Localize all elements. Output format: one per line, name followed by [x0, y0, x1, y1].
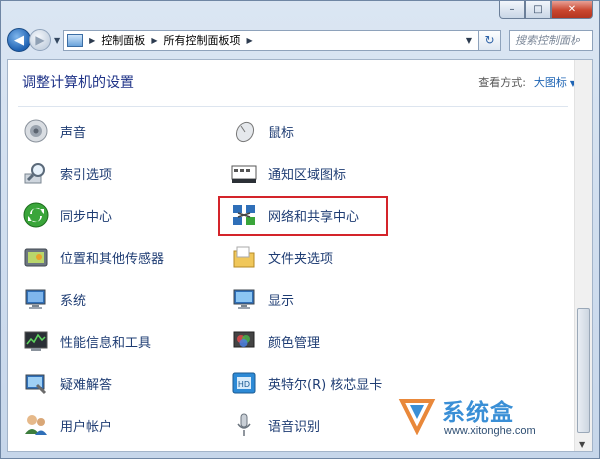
notification-area-icon: [230, 159, 258, 187]
item-label[interactable]: 用户帐户: [60, 416, 112, 435]
item-location-sensors[interactable]: 位置和其他传感器: [22, 242, 164, 272]
item-color-management[interactable]: 颜色管理: [230, 326, 320, 356]
control-panel-icon: [67, 33, 84, 47]
breadcrumb-control-panel[interactable]: 控制面板: [101, 32, 145, 48]
minimize-button[interactable]: –: [499, 1, 525, 19]
mouse-icon: [230, 117, 258, 145]
computer-system-icon: [22, 285, 50, 313]
divider: [18, 106, 568, 107]
item-label[interactable]: 索引选项: [60, 164, 112, 183]
item-label[interactable]: 疑难解答: [60, 374, 112, 393]
item-user-accounts[interactable]: 用户帐户: [22, 410, 112, 440]
highlight-box: [218, 196, 388, 236]
item-notification-area-icons[interactable]: 通知区域图标: [230, 158, 346, 188]
item-label[interactable]: 性能信息和工具: [60, 332, 151, 351]
item-system[interactable]: 系统: [22, 284, 86, 314]
breadcrumb-separator-icon[interactable]: ▶: [246, 36, 252, 45]
scrollbar-thumb[interactable]: [577, 308, 590, 433]
watermark: 系统盒 www.xitonghe.com: [398, 391, 578, 443]
item-sync-center[interactable]: 同步中心: [22, 200, 112, 230]
view-by-label: 查看方式:: [478, 76, 526, 89]
close-button[interactable]: ✕: [551, 1, 593, 19]
page-title: 调整计算机的设置: [22, 75, 134, 91]
color-management-icon: [230, 327, 258, 355]
forward-button[interactable]: ▶: [29, 29, 51, 51]
item-mouse[interactable]: 鼠标: [230, 116, 294, 146]
search-box[interactable]: ⌕: [509, 29, 593, 51]
content-pane: 调整计算机的设置 查看方式: 大图标 ▼ 声音 索引选项 同步中心 位置和其他传…: [7, 59, 593, 452]
address-bar[interactable]: ▶ 控制面板 ▶ 所有控制面板项 ▶ ▼: [63, 29, 479, 51]
search-input[interactable]: [515, 33, 575, 47]
watermark-brand: 系统盒: [442, 400, 514, 426]
watermark-url: www.xitonghe.com: [444, 425, 536, 437]
refresh-button[interactable]: ↻: [479, 29, 501, 51]
breadcrumb-all-items[interactable]: 所有控制面板项: [163, 32, 240, 48]
search-icon[interactable]: ⌕: [575, 33, 581, 47]
indexing-magnifier-icon: [22, 159, 50, 187]
item-label[interactable]: 显示: [268, 290, 294, 309]
troubleshooting-icon: [22, 369, 50, 397]
back-button[interactable]: ◀: [7, 28, 31, 52]
breadcrumb-separator-icon[interactable]: ▶: [151, 36, 157, 45]
performance-icon: [22, 327, 50, 355]
item-intel-graphics[interactable]: HD 英特尔(R) 核芯显卡: [230, 368, 382, 398]
user-accounts-icon: [22, 411, 50, 439]
item-troubleshooting[interactable]: 疑难解答: [22, 368, 112, 398]
svg-text:HD: HD: [238, 380, 250, 389]
maximize-button[interactable]: □: [525, 1, 551, 19]
item-display[interactable]: 显示: [230, 284, 294, 314]
view-by-dropdown[interactable]: 大图标 ▼: [534, 74, 576, 90]
folder-options-icon: [230, 243, 258, 271]
item-label[interactable]: 位置和其他传感器: [60, 248, 164, 267]
intel-graphics-icon: HD: [230, 369, 258, 397]
item-label[interactable]: 同步中心: [60, 206, 112, 225]
location-sensor-icon: [22, 243, 50, 271]
sync-icon: [22, 201, 50, 229]
scroll-down-icon[interactable]: ▼: [579, 440, 585, 449]
item-label[interactable]: 英特尔(R) 核芯显卡: [268, 374, 382, 393]
item-label[interactable]: 系统: [60, 290, 86, 309]
item-label[interactable]: 声音: [60, 122, 86, 141]
item-sound[interactable]: 声音: [22, 116, 86, 146]
item-label[interactable]: 文件夹选项: [268, 248, 333, 267]
item-indexing-options[interactable]: 索引选项: [22, 158, 112, 188]
view-by-value[interactable]: 大图标: [534, 76, 567, 89]
display-icon: [230, 285, 258, 313]
item-label[interactable]: 语音识别: [268, 416, 320, 435]
window-frame: – □ ✕ ◀ ▶ ▼ ▶ 控制面板 ▶ 所有控制面板项 ▶ ▼ ↻ ⌕ 调整计…: [0, 0, 600, 459]
item-label[interactable]: 通知区域图标: [268, 164, 346, 183]
item-label[interactable]: 颜色管理: [268, 332, 320, 351]
navigation-bar: ◀ ▶ ▼ ▶ 控制面板 ▶ 所有控制面板项 ▶ ▼ ↻ ⌕: [7, 27, 593, 53]
microphone-icon: [230, 411, 258, 439]
speaker-icon: [22, 117, 50, 145]
item-folder-options[interactable]: 文件夹选项: [230, 242, 333, 272]
item-label[interactable]: 鼠标: [268, 122, 294, 141]
item-speech-recognition[interactable]: 语音识别: [230, 410, 320, 440]
recent-pages-dropdown-icon[interactable]: ▼: [54, 36, 60, 45]
address-dropdown-icon[interactable]: ▼: [466, 36, 472, 45]
caption-buttons: – □ ✕: [499, 1, 593, 19]
item-performance-tools[interactable]: 性能信息和工具: [22, 326, 151, 356]
watermark-logo-icon: [398, 399, 436, 435]
breadcrumb-separator-icon[interactable]: ▶: [89, 36, 95, 45]
